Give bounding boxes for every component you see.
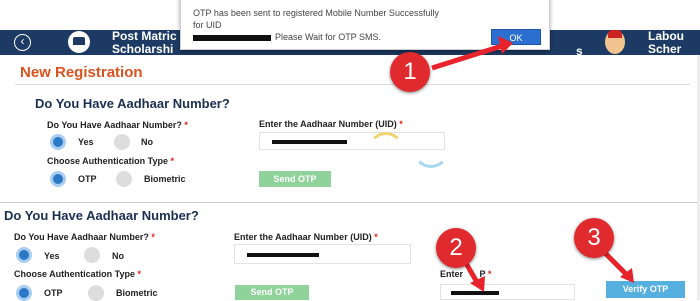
arrow-1 [431,42,506,71]
callout-badge-2: 2 [436,228,476,268]
callout-badge-3: 3 [574,218,614,258]
callout-badge-1: 1 [390,52,430,92]
arrowhead-1 [498,36,513,54]
